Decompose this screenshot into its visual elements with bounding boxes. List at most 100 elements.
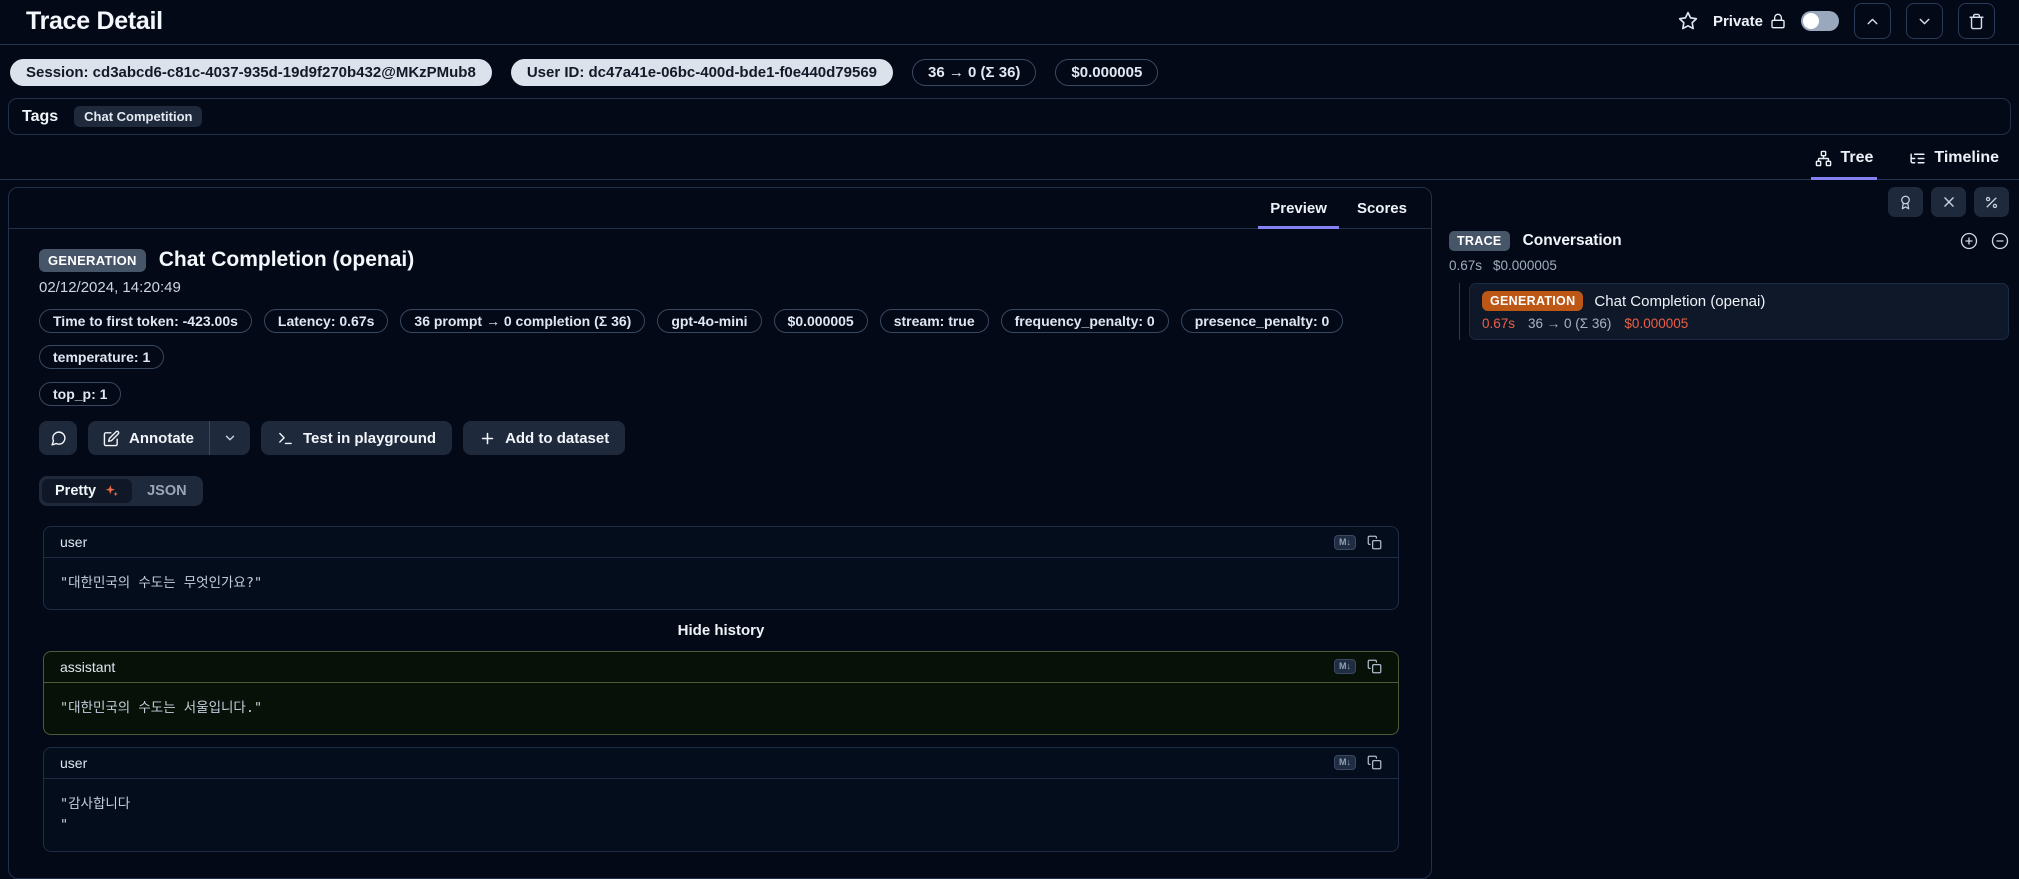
copy-icon[interactable] (1367, 755, 1382, 770)
format-pretty[interactable]: Pretty (42, 479, 133, 503)
tree-item-row: GENERATION Chat Completion (openai) 0.67… (1449, 283, 2009, 340)
pill-time-to-first-token: Time to first token: -423.00s (39, 309, 252, 333)
observation-panel: Preview Scores GENERATION Chat Completio… (8, 187, 1432, 879)
message-user-2: user M↓ "감사합니다 " (43, 746, 1399, 852)
prev-trace-button[interactable] (1854, 3, 1891, 39)
playground-button[interactable]: Test in playground (261, 421, 453, 455)
pill-model: gpt-4o-mini (657, 309, 762, 333)
chevron-up-icon (1864, 13, 1881, 30)
trace-metrics: 0.67s $0.000005 (1449, 258, 2009, 273)
tree-item-title: Chat Completion (openai) (1594, 292, 1766, 310)
tab-tree[interactable]: Tree (1811, 149, 1878, 180)
message-user-1: user M↓ "대한민국의 수도는 무엇인가요?" (43, 526, 1399, 610)
main-area: Preview Scores GENERATION Chat Completio… (0, 180, 2019, 879)
markdown-toggle-icon[interactable]: M↓ (1334, 755, 1356, 771)
trace-cost: $0.000005 (1493, 258, 1557, 273)
panel-tabs: Preview Scores (9, 188, 1431, 229)
messages-list: user M↓ "대한민국의 수도는 무엇인가요?" Hide history … (43, 526, 1399, 852)
message-role: assistant (60, 658, 116, 675)
item-tokens: 36 → 0 (Σ 36) (1528, 316, 1612, 331)
trace-latency: 0.67s (1449, 258, 1483, 273)
tab-scores[interactable]: Scores (1345, 192, 1419, 229)
tree-item-header: GENERATION Chat Completion (openai) (1482, 291, 1996, 311)
tab-preview[interactable]: Preview (1258, 192, 1339, 229)
trace-title: Conversation (1522, 232, 1622, 249)
actions-row: Annotate Test in playground Add to datas… (39, 421, 1401, 455)
message-header: user M↓ (44, 527, 1398, 558)
annotate-dropdown-button[interactable] (209, 421, 250, 455)
message-content: "감사합니다 " (60, 795, 131, 833)
pill-top-p: top_p: 1 (39, 382, 122, 406)
markdown-toggle-icon[interactable]: M↓ (1334, 534, 1356, 550)
format-toggle: Pretty JSON (39, 476, 203, 506)
user-id-badge[interactable]: User ID: dc47a41e-06bc-400d-bde1-f0e440d… (510, 59, 894, 86)
trace-meta-badges: Session: cd3abcd6-c81c-4037-935d-19d9f27… (0, 45, 2019, 86)
item-cost: $0.000005 (1624, 316, 1689, 331)
terminal-icon (277, 430, 294, 447)
tree-item-metrics: 0.67s 36 → 0 (Σ 36) $0.000005 (1482, 316, 1996, 331)
tree-item-generation[interactable]: GENERATION Chat Completion (openai) 0.67… (1469, 283, 2009, 340)
copy-icon[interactable] (1367, 659, 1382, 674)
privacy-label: Private (1713, 13, 1786, 30)
next-trace-button[interactable] (1906, 3, 1943, 39)
markdown-toggle-icon[interactable]: M↓ (1334, 659, 1356, 675)
star-icon[interactable] (1678, 11, 1698, 31)
top-header: Trace Detail Private (0, 0, 2019, 45)
page-title: Trace Detail (26, 6, 163, 35)
tags-label: Tags (22, 107, 59, 125)
observation-header: GENERATION Chat Completion (openai) (39, 248, 1401, 272)
annotate-button[interactable]: Annotate (88, 421, 209, 455)
generation-type-badge: GENERATION (1482, 291, 1584, 311)
timeline-icon (1909, 150, 1926, 167)
collapse-all-button[interactable] (1931, 187, 1966, 217)
trace-root-row[interactable]: TRACE Conversation (1449, 231, 2009, 251)
session-badge[interactable]: Session: cd3abcd6-c81c-4037-935d-19d9f27… (10, 59, 492, 86)
chevron-down-icon (223, 431, 237, 445)
indent-guide (1459, 283, 1460, 340)
message-tools: M↓ (1334, 755, 1382, 771)
message-content: "대한민국의 수도는 서울입니다." (60, 699, 263, 716)
delete-trace-button[interactable] (1958, 3, 1995, 39)
metric-pills-row-2: top_p: 1 (39, 382, 1401, 406)
cost-badge: $0.000005 (1055, 59, 1159, 86)
message-tools: M↓ (1334, 534, 1382, 550)
tree-toolbar (1449, 187, 2009, 217)
comment-icon (50, 430, 67, 447)
tree-icon (1815, 150, 1832, 167)
pill-temperature: temperature: 1 (39, 345, 165, 369)
format-json[interactable]: JSON (134, 479, 200, 503)
percent-icon (1984, 195, 1999, 210)
message-role: user (60, 754, 88, 771)
pill-frequency-penalty: frequency_penalty: 0 (1000, 309, 1169, 333)
show-percentages-button[interactable] (1974, 187, 2009, 217)
public-toggle[interactable] (1801, 11, 1839, 31)
tag-chip[interactable]: Chat Competition (74, 106, 203, 127)
collapse-node-icon[interactable] (1991, 232, 2009, 250)
message-role: user (60, 534, 88, 550)
tab-timeline[interactable]: Timeline (1905, 149, 2003, 180)
trace-tree-panel: TRACE Conversation 0.67s $0.000005 GENER… (1449, 187, 2010, 340)
show-scores-button[interactable] (1888, 187, 1923, 217)
hide-history-button[interactable]: Hide history (43, 622, 1399, 639)
plus-icon (479, 430, 496, 447)
observation-timestamp: 02/12/2024, 14:20:49 (39, 279, 181, 296)
message-header: assistant M↓ (44, 652, 1398, 683)
sparkles-icon (103, 483, 119, 499)
annotate-split-button: Annotate (88, 421, 250, 455)
observation-type-badge: GENERATION (39, 248, 146, 272)
tags-container[interactable]: Tags Chat Competition (8, 98, 2011, 135)
item-latency: 0.67s (1482, 316, 1516, 331)
message-assistant: assistant M↓ "대한민국의 수도는 서울입니다." (43, 650, 1399, 735)
pill-token-usage: 36 prompt → 0 completion (Σ 36) (400, 309, 646, 333)
observation-content: GENERATION Chat Completion (openai) 02/1… (9, 229, 1431, 878)
pill-stream: stream: true (879, 309, 989, 333)
message-content: "대한민국의 수도는 무엇인가요?" (60, 575, 263, 591)
add-to-dataset-button[interactable]: Add to dataset (463, 421, 626, 455)
comment-button[interactable] (39, 421, 77, 455)
message-header: user M↓ (44, 748, 1398, 779)
lock-icon (1770, 13, 1786, 29)
copy-icon[interactable] (1367, 535, 1382, 550)
view-tabs: Tree Timeline (0, 135, 2019, 180)
expand-all-icon[interactable] (1960, 232, 1978, 250)
token-usage-badge: 36 → 0 (Σ 36) (912, 59, 1037, 86)
